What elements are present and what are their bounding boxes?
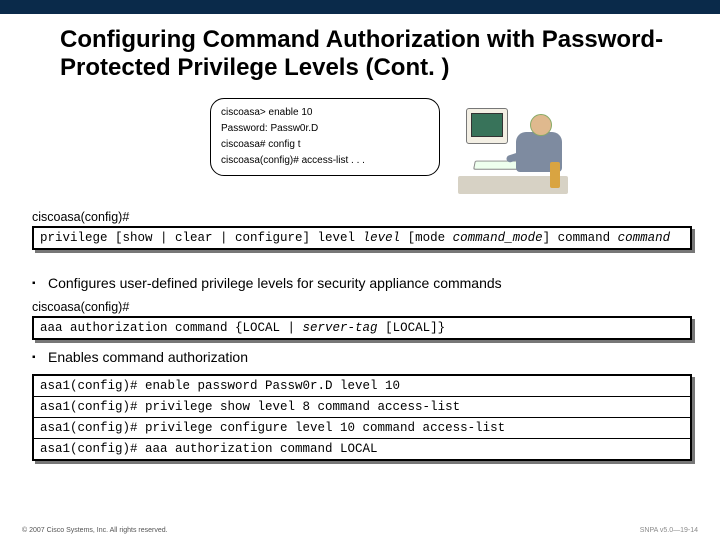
syntax-box-aaa: aaa authorization command {LOCAL | serve… [32, 316, 692, 340]
example-commands-box: asa1(config)# enable password Passw0r.D … [32, 374, 692, 461]
copyright-text: © 2007 Cisco Systems, Inc. All rights re… [22, 527, 168, 534]
footer: © 2007 Cisco Systems, Inc. All rights re… [22, 527, 698, 534]
prompt-label-2: ciscoasa(config)# [32, 300, 129, 314]
syntax-text: aaa authorization command {LOCAL | [40, 321, 303, 335]
syntax-arg: command [618, 231, 671, 245]
terminal-callout: ciscoasa> enable 10 Password: Passw0r.D … [210, 98, 440, 176]
syntax-text: [LOCAL]} [378, 321, 446, 335]
bullet-aaa-desc: Enables command authorization [48, 349, 692, 365]
prompt-label-1: ciscoasa(config)# [32, 210, 129, 224]
syntax-text: privilege [show | clear | configure] lev… [40, 231, 363, 245]
bullet-privilege-desc: Configures user-defined privilege levels… [48, 275, 692, 291]
example-row: asa1(config)# privilege configure level … [34, 418, 690, 439]
slide-number: SNPA v5.0—19-14 [640, 527, 698, 534]
syntax-arg: level [363, 231, 401, 245]
syntax-arg: command_mode [453, 231, 543, 245]
callout-line: ciscoasa# config t [221, 137, 429, 153]
example-row: asa1(config)# aaa authorization command … [34, 439, 690, 459]
user-at-computer-illustration [458, 108, 568, 198]
top-accent-bar [0, 0, 720, 14]
chair-shape [550, 162, 560, 188]
monitor-icon [466, 108, 508, 144]
example-row: asa1(config)# enable password Passw0r.D … [34, 376, 690, 397]
person-head-shape [530, 114, 552, 136]
syntax-text: ] command [543, 231, 618, 245]
slide: Configuring Command Authorization with P… [0, 0, 720, 540]
example-row: asa1(config)# privilege show level 8 com… [34, 397, 690, 418]
syntax-box-privilege: privilege [show | clear | configure] lev… [32, 226, 692, 250]
screen-shape [471, 113, 503, 137]
callout-line: Password: Passw0r.D [221, 121, 429, 137]
slide-title: Configuring Command Authorization with P… [60, 26, 690, 81]
syntax-arg: server-tag [303, 321, 378, 335]
callout-line: ciscoasa(config)# access-list . . . [221, 153, 429, 169]
syntax-text: [mode [400, 231, 453, 245]
callout-line: ciscoasa> enable 10 [221, 105, 429, 121]
